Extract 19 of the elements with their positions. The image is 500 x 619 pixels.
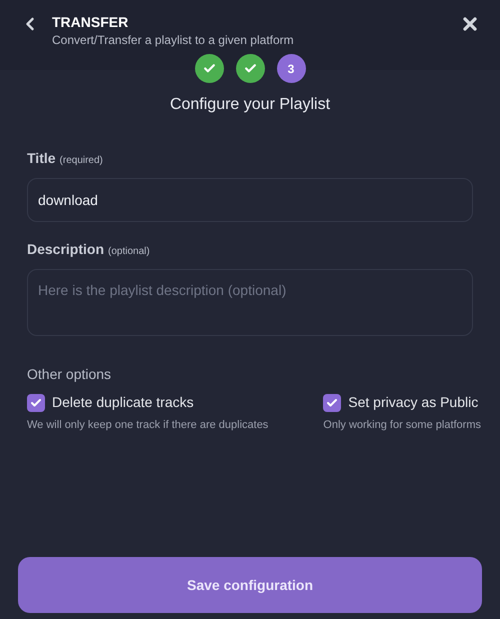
checkbox[interactable]	[27, 394, 45, 412]
option-hint: We will only keep one track if there are duplicates	[27, 418, 268, 433]
check-icon	[30, 396, 42, 408]
description-field[interactable]: Here is the playlist description (optional)	[27, 269, 473, 336]
field-label: Description	[27, 240, 104, 259]
field-note: (required)	[60, 154, 103, 168]
option-hint: Only working for some platforms	[323, 418, 481, 433]
save-button[interactable]: Save configuration	[18, 557, 482, 613]
field-note: (optional)	[108, 245, 150, 259]
dialog-title: TRANSFER	[52, 13, 130, 32]
checkbox-label: Delete duplicate tracks	[52, 393, 194, 412]
checkbox[interactable]	[323, 394, 342, 412]
field-label: Title	[27, 149, 56, 168]
section-label: Other options	[27, 365, 112, 384]
step-heading: Configure your Playlist	[170, 96, 330, 113]
check-icon	[326, 396, 338, 408]
title-field[interactable]: download	[27, 178, 473, 222]
checkbox-label: Set privacy as Public	[348, 393, 478, 412]
dialog-subtitle: Convert/Transfer a playlist to a given platform	[52, 32, 294, 48]
